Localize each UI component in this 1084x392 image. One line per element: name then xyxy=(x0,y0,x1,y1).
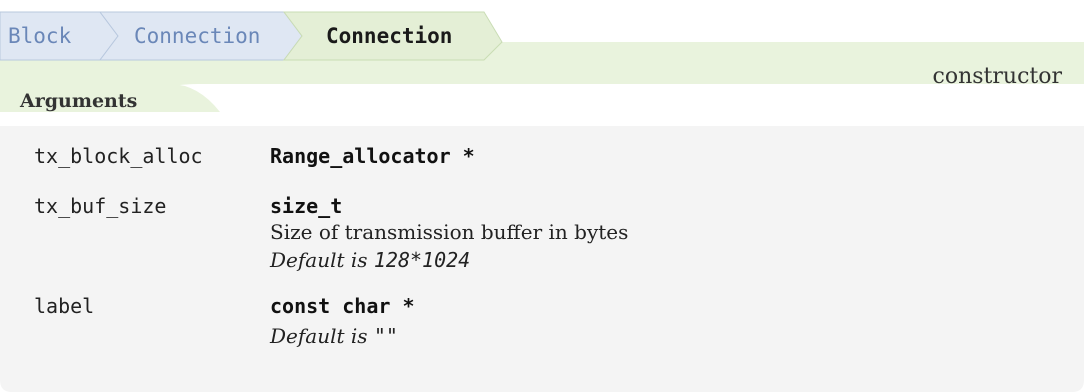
argument-type: const char * xyxy=(270,294,415,318)
header-shapes xyxy=(0,11,1084,112)
argument-name: tx_block_alloc xyxy=(34,144,203,168)
member-kind-label: constructor xyxy=(932,64,1062,89)
argument-default: Default is "" xyxy=(270,324,398,348)
breadcrumb-item-connection[interactable]: Connection xyxy=(134,22,260,50)
argument-name: tx_buf_size xyxy=(34,194,167,218)
default-prefix: Default is xyxy=(270,324,368,348)
breadcrumb-item-block[interactable]: Block xyxy=(8,22,71,50)
section-title-arguments: Arguments xyxy=(20,90,138,112)
arguments-panel: tx_block_alloc Range_allocator * tx_buf_… xyxy=(0,126,1084,392)
default-value: 128*1024 xyxy=(373,248,471,272)
default-value: "" xyxy=(373,324,398,348)
argument-type: Range_allocator * xyxy=(270,144,475,168)
argument-name: label xyxy=(34,294,95,318)
argument-type: size_t xyxy=(270,194,343,218)
argument-description: Size of transmission buffer in bytes xyxy=(270,220,629,244)
header-band: Block Connection Connection xyxy=(0,0,1084,112)
breadcrumb-item-current: Connection xyxy=(326,24,453,48)
argument-default: Default is 128*1024 xyxy=(270,248,470,272)
default-prefix: Default is xyxy=(270,248,368,272)
